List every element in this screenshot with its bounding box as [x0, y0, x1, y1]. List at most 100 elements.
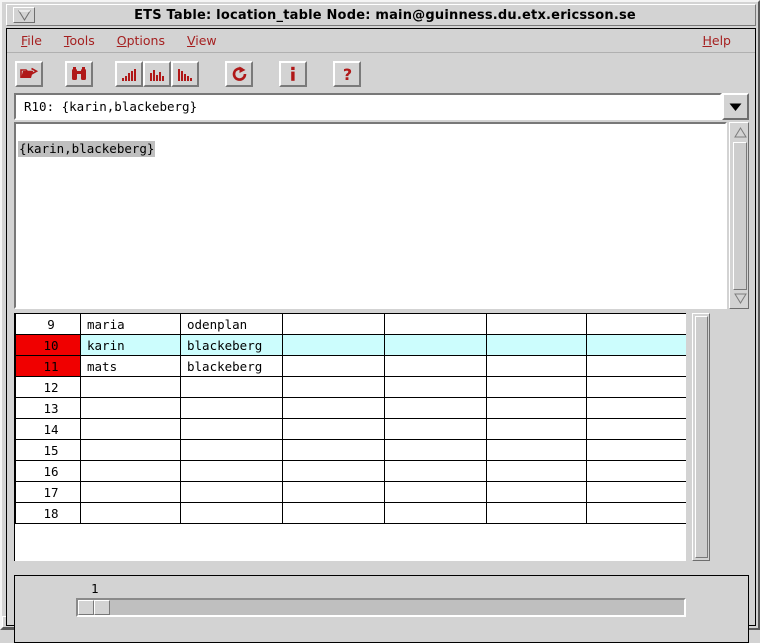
menu-item-help[interactable]: Help	[694, 31, 739, 50]
table-horizontal-scrollbar[interactable]	[76, 598, 686, 617]
bar-chart-mixed-icon[interactable]	[143, 61, 171, 87]
help-question-icon[interactable]: ?	[333, 61, 361, 87]
table-cell[interactable]	[282, 418, 385, 440]
table-cell[interactable]	[384, 418, 487, 440]
table-row-header[interactable]: 15	[15, 439, 81, 461]
table-cell[interactable]	[180, 439, 283, 461]
table-cell[interactable]	[384, 313, 487, 335]
triangle-up-icon[interactable]	[732, 125, 748, 140]
table-cell[interactable]	[384, 439, 487, 461]
table-row[interactable]: 11 mats blackeberg	[15, 355, 686, 377]
table-cell[interactable]	[384, 397, 487, 419]
table-cell[interactable]	[180, 418, 283, 440]
table-cell[interactable]	[486, 439, 587, 461]
table-cell[interactable]	[282, 313, 385, 335]
table-cell[interactable]	[282, 502, 385, 524]
open-folder-icon[interactable]	[15, 61, 43, 87]
info-icon[interactable]	[279, 61, 307, 87]
table-cell[interactable]	[384, 376, 487, 398]
table-cell[interactable]	[282, 481, 385, 503]
table-row-header[interactable]: 18	[15, 502, 81, 524]
table-cell[interactable]: mats	[80, 355, 181, 377]
table-cell[interactable]	[180, 376, 283, 398]
table-cell[interactable]	[80, 481, 181, 503]
triangle-down-icon[interactable]	[732, 291, 748, 306]
horizontal-scroll-thumb[interactable]	[78, 600, 110, 615]
table-cell[interactable]	[384, 334, 487, 356]
table-row-header[interactable]: 9	[15, 313, 81, 335]
menu-item-file[interactable]: File	[13, 31, 50, 50]
table-cell[interactable]	[384, 355, 487, 377]
table-row-header[interactable]: 14	[15, 418, 81, 440]
editor-scroll-thumb[interactable]	[733, 142, 747, 290]
binoculars-search-icon[interactable]	[65, 61, 93, 87]
table-cell[interactable]	[486, 334, 587, 356]
record-editor-textarea[interactable]: {karin,blackeberg}	[14, 122, 727, 309]
table-row-header[interactable]: 11	[15, 355, 81, 377]
table-cell[interactable]: blackeberg	[180, 334, 283, 356]
table-cell[interactable]	[180, 460, 283, 482]
table-cell[interactable]	[586, 355, 686, 377]
table-row-header[interactable]: 17	[15, 481, 81, 503]
table-cell[interactable]: blackeberg	[180, 355, 283, 377]
table-cell[interactable]	[384, 460, 487, 482]
table-row[interactable]: 10 karin blackeberg	[15, 334, 686, 356]
table-cell[interactable]	[282, 355, 385, 377]
record-selector-input[interactable]: R10: {karin,blackeberg}	[14, 93, 722, 120]
table-cell[interactable]	[80, 397, 181, 419]
chevron-down-icon[interactable]	[722, 93, 749, 120]
table-cell[interactable]	[80, 502, 181, 524]
menu-item-options[interactable]: Options	[109, 31, 173, 50]
table-row-header[interactable]: 10	[15, 334, 81, 356]
table-cell[interactable]	[586, 313, 686, 335]
table-vertical-scrollbar[interactable]	[692, 313, 710, 561]
table-cell[interactable]	[586, 376, 686, 398]
table-cell[interactable]	[282, 439, 385, 461]
table-cell[interactable]	[80, 439, 181, 461]
table-cell[interactable]	[586, 418, 686, 440]
table-cell[interactable]	[384, 502, 487, 524]
table-cell[interactable]	[282, 334, 385, 356]
editor-vertical-scrollbar[interactable]	[729, 122, 749, 309]
table-cell[interactable]	[586, 481, 686, 503]
table-cell[interactable]	[486, 397, 587, 419]
table-cell[interactable]	[586, 439, 686, 461]
table-cell[interactable]	[486, 460, 587, 482]
table-cell[interactable]	[180, 481, 283, 503]
table-cell[interactable]	[486, 313, 587, 335]
table-cell[interactable]	[180, 397, 283, 419]
table-cell[interactable]	[80, 460, 181, 482]
table-cell[interactable]	[384, 481, 487, 503]
table-cell[interactable]	[282, 397, 385, 419]
table-row-header[interactable]: 16	[15, 460, 81, 482]
table-cell[interactable]	[486, 481, 587, 503]
menu-item-tools[interactable]: Tools	[56, 31, 103, 50]
table-cell[interactable]: odenplan	[180, 313, 283, 335]
table-row-header[interactable]: 13	[15, 397, 81, 419]
table-row[interactable]: 13	[15, 397, 686, 419]
window-menu-triangle-icon[interactable]	[13, 7, 35, 23]
table-cell[interactable]	[486, 502, 587, 524]
table-cell[interactable]	[282, 376, 385, 398]
table-cell[interactable]	[586, 502, 686, 524]
menu-item-view[interactable]: View	[179, 31, 225, 50]
table-row[interactable]: 17	[15, 481, 686, 503]
table-row[interactable]: 16	[15, 460, 686, 482]
refresh-icon[interactable]	[225, 61, 253, 87]
table-cell[interactable]	[486, 418, 587, 440]
table-row[interactable]: 12	[15, 376, 686, 398]
table-cell[interactable]	[586, 460, 686, 482]
table-cell[interactable]	[282, 460, 385, 482]
table-cell[interactable]	[586, 334, 686, 356]
table-scroll-thumb[interactable]	[695, 316, 708, 558]
table-cell[interactable]	[486, 355, 587, 377]
table-cell[interactable]: karin	[80, 334, 181, 356]
table-row[interactable]: 15	[15, 439, 686, 461]
table-cell[interactable]: maria	[80, 313, 181, 335]
table-row[interactable]: 18	[15, 502, 686, 524]
table-cell[interactable]	[486, 376, 587, 398]
table-cell[interactable]	[180, 502, 283, 524]
table-row[interactable]: 14	[15, 418, 686, 440]
table-cell[interactable]	[80, 376, 181, 398]
bar-chart-descending-icon[interactable]	[171, 61, 199, 87]
